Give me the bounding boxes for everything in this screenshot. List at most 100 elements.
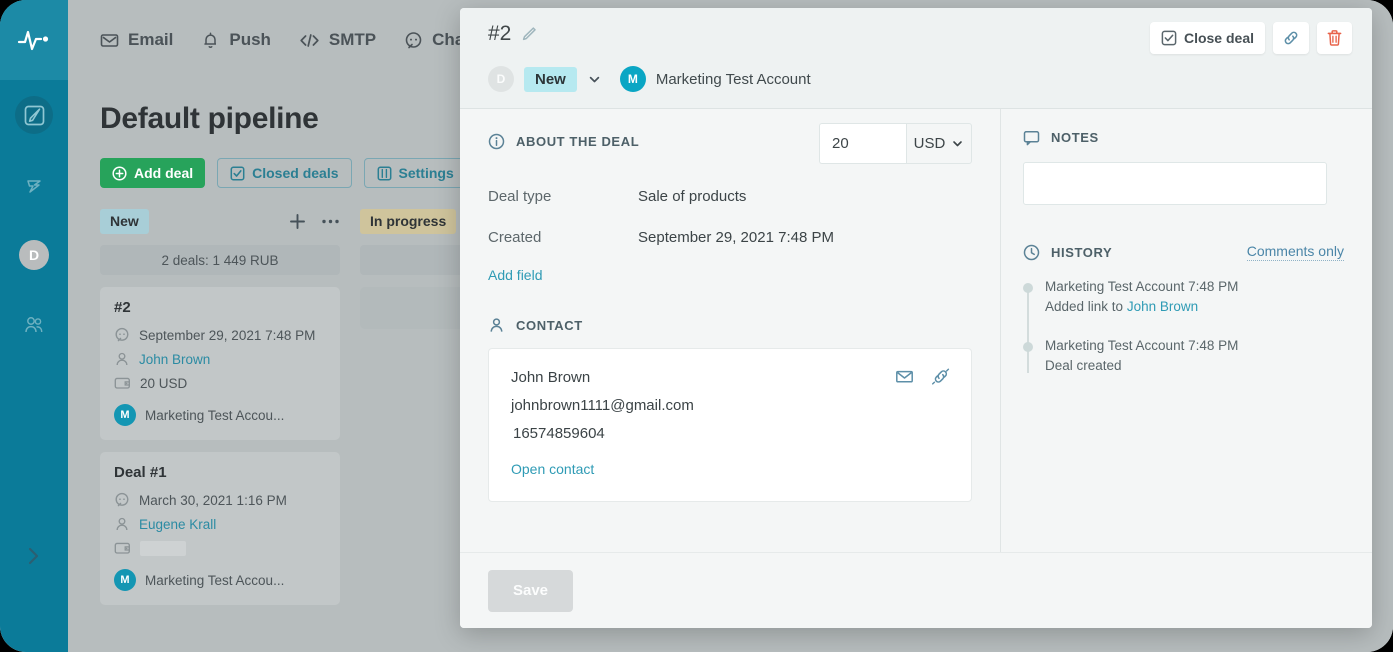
delete-deal-button[interactable] [1317, 22, 1352, 54]
add-deal-button[interactable]: Add deal [100, 158, 205, 188]
topnav-item-push[interactable]: Push [201, 30, 271, 50]
sidebar-item-contacts[interactable] [0, 290, 68, 360]
clock-icon [1023, 244, 1040, 261]
bell-icon [201, 31, 220, 50]
field-created: Created September 29, 2021 7:48 PM [488, 229, 972, 246]
deal-card[interactable]: #2 September 29, 2021 7:48 PM [100, 287, 340, 440]
modal-header: #2 Cl [460, 8, 1372, 109]
people-icon [15, 306, 53, 344]
history-heading: HISTORY [1023, 244, 1112, 261]
deal-details-pane: ABOUT THE DEAL USD [460, 109, 1001, 552]
button-label: Settings [399, 165, 454, 181]
pipeline-column-new: New [100, 208, 340, 605]
sidebar-item-campaigns[interactable] [0, 80, 68, 150]
contact-heading: CONTACT [488, 317, 972, 334]
deal-contact: John Brown [139, 352, 210, 367]
deal-owner: Marketing Test Accou... [145, 573, 284, 588]
contact-email: johnbrown1111@gmail.com [511, 397, 949, 414]
history-section-header: HISTORY Comments only [1023, 243, 1344, 261]
open-contact-link[interactable]: Open contact [511, 461, 949, 477]
history-entry-author: Marketing Test Account 7:48 PM [1045, 338, 1344, 353]
close-deal-button[interactable]: Close deal [1150, 22, 1265, 54]
add-field-link[interactable]: Add field [488, 267, 972, 283]
checkbox-icon [1161, 30, 1177, 46]
avatar: M [114, 404, 136, 426]
button-label: Close deal [1184, 30, 1254, 46]
field-deal-type: Deal type Sale of products [488, 188, 972, 205]
stage-avatar: D [488, 66, 514, 92]
envelope-icon[interactable] [895, 367, 914, 386]
broken-link-icon[interactable] [931, 367, 951, 386]
wallet-icon [114, 540, 131, 556]
deal-amount-input[interactable] [819, 123, 906, 164]
deal-amount-redacted [140, 541, 186, 556]
deal-id-heading: #2 [488, 22, 537, 46]
plus-icon[interactable] [288, 212, 307, 231]
avatar: D [19, 240, 49, 270]
button-label: Add deal [134, 165, 193, 181]
checkbox-icon [230, 166, 245, 181]
deal-detail-modal: #2 Cl [460, 8, 1372, 628]
deal-date: September 29, 2021 7:48 PM [139, 328, 315, 343]
deal-card[interactable]: Deal #1 March 30, 2021 1:16 PM [100, 452, 340, 605]
envelope-icon [100, 31, 119, 50]
save-button[interactable]: Save [488, 570, 573, 612]
topnav-item-smtp[interactable]: SMTP [299, 30, 376, 50]
chevron-down-icon [951, 137, 964, 150]
contact-heading-label: CONTACT [516, 318, 583, 333]
chat-icon [404, 31, 423, 50]
pulse-logo-icon [17, 27, 51, 53]
chevron-down-icon[interactable] [587, 72, 602, 87]
sidebar-expand-button[interactable] [0, 534, 68, 578]
modal-footer: Save [460, 552, 1372, 628]
status-badge[interactable]: New [524, 67, 577, 92]
lightning-icon [15, 166, 53, 204]
about-heading-label: ABOUT THE DEAL [516, 134, 639, 149]
settings-button[interactable]: Settings [364, 158, 467, 188]
deal-owner-row: M Marketing Test Accou... [114, 569, 326, 591]
timeline-dot [1023, 342, 1033, 352]
compose-icon [15, 96, 53, 134]
deal-title: Deal #1 [114, 464, 326, 481]
modal-body: ABOUT THE DEAL USD [460, 109, 1372, 552]
history-entry-text: Added link to John Brown [1045, 299, 1344, 314]
pencil-icon[interactable] [521, 26, 537, 42]
history-entry-text: Deal created [1045, 358, 1344, 373]
sidebar-item-automation[interactable] [0, 150, 68, 220]
topnav-item-email[interactable]: Email [100, 30, 173, 50]
deal-amount-row: 20 USD [114, 371, 326, 395]
stage-badge-new[interactable]: New [100, 209, 149, 234]
currency-label: USD [914, 135, 946, 152]
deal-amount-row [114, 536, 326, 560]
deal-contact-row[interactable]: Eugene Krall [114, 512, 326, 536]
history-entry-link[interactable]: John Brown [1127, 299, 1198, 314]
column-header: New [100, 208, 340, 234]
code-icon [299, 31, 320, 50]
sidebar-item-account[interactable]: D [0, 220, 68, 290]
deal-contact: Eugene Krall [139, 517, 216, 532]
timeline-dot [1023, 283, 1033, 293]
stage-badge-in-progress[interactable]: In progress [360, 209, 456, 234]
wallet-icon [114, 375, 131, 391]
contact-name: John Brown [511, 369, 949, 386]
app-logo[interactable] [0, 0, 68, 80]
closed-deals-button[interactable]: Closed deals [217, 158, 351, 188]
ellipsis-icon[interactable] [321, 218, 340, 225]
link-icon [1282, 29, 1300, 47]
topnav-label: Email [128, 30, 173, 50]
currency-select[interactable]: USD [906, 123, 972, 164]
history-entry: Marketing Test Account 7:48 PM Deal crea… [1045, 338, 1344, 373]
notes-input[interactable] [1023, 162, 1327, 205]
deal-id-text: #2 [488, 22, 511, 46]
copy-link-button[interactable] [1273, 22, 1309, 54]
field-value[interactable]: Sale of products [638, 188, 746, 205]
deal-contact-row[interactable]: John Brown [114, 347, 326, 371]
field-label: Created [488, 229, 638, 246]
person-icon [114, 516, 130, 532]
chat-bubble-icon [114, 327, 130, 343]
chevron-right-icon [26, 545, 42, 567]
contact-phone: 16574859604 [511, 425, 949, 442]
notes-history-pane: NOTES HISTORY Comments only [1001, 109, 1372, 552]
comments-only-filter[interactable]: Comments only [1247, 243, 1344, 261]
about-heading: ABOUT THE DEAL [488, 133, 639, 150]
